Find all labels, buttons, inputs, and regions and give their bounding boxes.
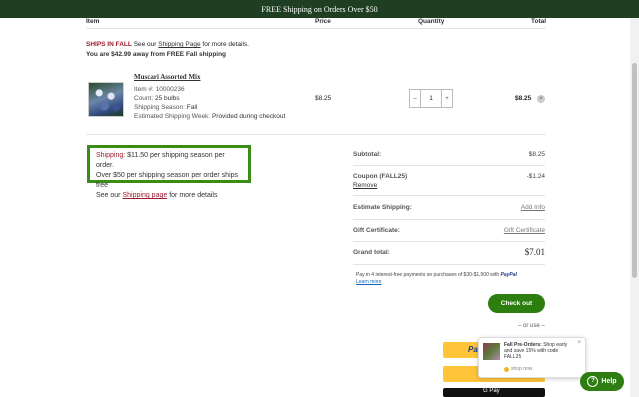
more-details-text: for more details. [202,41,249,48]
season-value: Fall [186,104,198,111]
increase-qty-button[interactable]: + [441,89,453,108]
paypal-installments: Pay in 4 interest-free payments on purch… [356,272,517,278]
subtotal-value: $8.25 [528,151,545,158]
promo-banner-text: FREE Shipping on Orders Over $50 [261,4,378,14]
estimate-label: Estimate Shipping: [353,204,412,211]
item-total: $8.25 [515,95,532,102]
more-details-text-2: for more details [169,192,218,199]
est-ship-value: Provided during checkout [211,113,286,120]
header-total: Total [531,18,547,25]
ships-notice: SHIPS IN FALL See our Shipping Page for … [86,41,249,48]
header-divider [86,28,546,29]
shipping-label: Shipping: [96,152,126,159]
header-price: Price [315,18,331,25]
free-shipping-progress: You are $42.99 away from FREE Fall shipp… [86,51,227,58]
help-icon: ? [587,376,599,387]
header-quantity: Quantity [418,18,445,25]
subtotal-label: Subtotal: [353,151,382,158]
shop-now-label: shop now [511,366,533,372]
item-number-row: Item #: 10000236 [134,86,185,93]
season-label: Shipping Season: [134,104,185,111]
est-ship-row: Estimated Shipping Week: Provided during… [134,113,285,120]
gpay-icon: G Pay [483,388,500,394]
help-label: Help [601,378,617,385]
item-number-label: Item #: [134,86,154,93]
item-number-value: 10000236 [155,86,185,93]
remove-coupon-link[interactable]: Remove [353,182,377,189]
shipping-line2: Over $50 per shipping season per order s… [96,172,239,189]
shipping-page-link-2[interactable]: Shipping page [122,192,167,199]
count-label: Count: [134,95,154,102]
header-item: Item [86,18,100,25]
quantity-stepper[interactable]: – 1 + [409,89,453,108]
product-thumbnail[interactable] [88,82,124,117]
close-icon[interactable]: × [577,340,581,346]
shipping-line3: See our Shipping page for more details [96,191,242,201]
scrollbar[interactable] [630,18,639,397]
decrease-qty-button[interactable]: – [409,89,421,108]
summary-divider [353,165,545,166]
summary-divider [353,241,545,242]
est-ship-label: Estimated Shipping Week: [134,113,211,120]
learn-more-link[interactable]: Learn more [356,279,382,285]
checkout-button[interactable]: Check out [488,294,545,313]
quantity-input[interactable]: 1 [421,89,441,108]
coupon-value: -$1.24 [526,173,545,180]
see-our-text: See our [133,41,157,48]
shipping-line1: Shipping: $11.50 per shipping season per… [96,151,242,171]
paypal-logo: PayPal [500,272,517,278]
count-row: Count: 25 bulbs [134,95,180,102]
item-divider [86,134,546,135]
gift-certificate-link[interactable]: Gift Certificate [504,227,545,234]
gift-label: Gift Certificate: [353,227,400,234]
or-use-divider: – or use – [518,323,545,329]
scrollbar-thumb[interactable] [632,63,637,278]
item-price: $8.25 [315,95,332,102]
shipping-page-link[interactable]: Shipping Page [158,41,200,48]
add-info-link[interactable]: Add Info [521,204,545,211]
coupon-label: Coupon (FALL25) [353,173,408,180]
count-value: 25 bulbs [154,95,180,102]
grand-total-label: Grand total: [353,249,390,256]
summary-divider [353,264,545,265]
toast-message: Fall Pre-Orders: Shop early and save 15%… [504,342,576,360]
summary-divider [353,195,545,196]
shipping-info-box: Shipping: $11.50 per shipping season per… [87,145,251,199]
product-name-link[interactable]: Muscari Assorted Mix [134,73,201,81]
paypal-button-logo: Pa [468,345,478,354]
shop-now-icon [504,366,509,372]
see-our-text-2: See our [96,192,121,199]
remove-item-icon[interactable]: × [537,95,545,103]
google-pay-button[interactable]: G Pay [443,388,545,397]
summary-divider [353,219,545,220]
paypal-installments-text: Pay in 4 interest-free payments on purch… [356,272,500,278]
promo-banner: FREE Shipping on Orders Over $50 [0,0,639,18]
help-button[interactable]: ? Help [580,372,624,391]
ships-in-label: SHIPS IN FALL [86,41,132,48]
shop-now-link[interactable]: shop now [504,366,532,372]
season-row: Shipping Season: Fall [134,104,197,111]
grand-total-value: $7.01 [524,247,545,257]
preorder-toast[interactable]: Fall Pre-Orders: Shop early and save 15%… [478,337,586,378]
toast-thumbnail [483,343,500,360]
